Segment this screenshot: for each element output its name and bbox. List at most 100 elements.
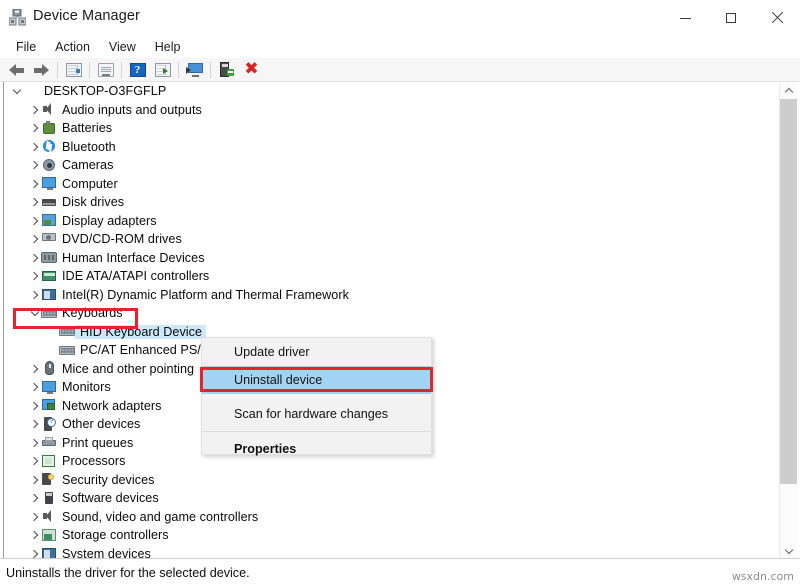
tree-item-label: Print queues — [57, 436, 133, 450]
expand-chevron-right-icon[interactable] — [28, 156, 41, 174]
expand-chevron-right-icon[interactable] — [28, 471, 41, 489]
tree-item-label: Monitors — [57, 380, 111, 394]
scan-hardware-button[interactable] — [150, 59, 175, 80]
expand-chevron-down-icon[interactable] — [28, 304, 41, 322]
expand-chevron-right-icon[interactable] — [28, 452, 41, 470]
expand-chevron-right-icon[interactable] — [46, 323, 59, 341]
keyboard-icon — [59, 324, 75, 339]
expand-chevron-right-icon[interactable] — [28, 397, 41, 415]
tree-item-label: Intel(R) Dynamic Platform and Thermal Fr… — [57, 288, 349, 302]
context-menu-item-label: Properties — [234, 442, 296, 456]
tree-root-item[interactable]: DESKTOP-O3FGFLP — [4, 82, 774, 101]
status-text: Uninstalls the driver for the selected d… — [0, 566, 250, 580]
tree-item[interactable]: Disk drives — [4, 193, 774, 212]
monitor-icon — [41, 176, 57, 191]
expand-chevron-right-icon[interactable] — [28, 415, 41, 433]
tree-item-label: PC/AT Enhanced PS/2 — [75, 343, 208, 357]
back-button[interactable] — [4, 59, 29, 80]
device-tree[interactable]: DESKTOP-O3FGFLPAudio inputs and outputsB… — [4, 82, 774, 559]
expand-chevron-right-icon[interactable] — [28, 526, 41, 544]
expand-chevron-right-icon[interactable] — [28, 545, 41, 559]
tree-item[interactable]: Batteries — [4, 119, 774, 138]
context-menu-item[interactable]: Properties — [202, 435, 431, 463]
tree-item[interactable]: Bluetooth — [4, 138, 774, 157]
maximize-button[interactable] — [708, 0, 754, 36]
expand-chevron-down-icon[interactable] — [10, 82, 23, 100]
expand-chevron-right-icon[interactable] — [28, 175, 41, 193]
minimize-button[interactable] — [662, 0, 708, 36]
keyboard-icon — [41, 306, 57, 321]
menu-bar: File Action View Help — [0, 36, 800, 58]
menu-help[interactable]: Help — [146, 38, 190, 56]
expand-chevron-right-icon[interactable] — [28, 138, 41, 156]
menu-file[interactable]: File — [7, 38, 45, 56]
unknown-device-icon — [41, 417, 57, 432]
update-driver-button[interactable] — [93, 59, 118, 80]
expand-chevron-right-icon[interactable] — [28, 230, 41, 248]
context-menu-item[interactable]: Uninstall device — [202, 366, 431, 394]
tree-item-label: Software devices — [57, 491, 159, 505]
tree-item-label: Sound, video and game controllers — [57, 510, 258, 524]
context-menu-item[interactable]: Scan for hardware changes — [202, 400, 431, 428]
tree-item-label: Network adapters — [57, 399, 162, 413]
dvd-drive-icon — [41, 232, 57, 247]
show-hidden-devices-button[interactable] — [182, 59, 207, 80]
toolbar-separator — [121, 62, 122, 78]
expand-chevron-right-icon[interactable] — [28, 249, 41, 267]
tree-item[interactable]: IDE ATA/ATAPI controllers — [4, 267, 774, 286]
tree-item[interactable]: Sound, video and game controllers — [4, 508, 774, 527]
tree-item[interactable]: System devices — [4, 545, 774, 560]
scroll-down-button[interactable] — [780, 542, 797, 559]
tree-item[interactable]: Display adapters — [4, 212, 774, 231]
properties-button[interactable] — [61, 59, 86, 80]
context-menu[interactable]: Update driverUninstall device Scan for ha… — [201, 337, 432, 455]
toolbar-separator — [57, 62, 58, 78]
expand-chevron-right-icon[interactable] — [28, 508, 41, 526]
ide-controller-icon — [41, 269, 57, 284]
tree-item[interactable]: Human Interface Devices — [4, 249, 774, 268]
expand-chevron-right-icon[interactable] — [28, 434, 41, 452]
menu-action[interactable]: Action — [46, 38, 99, 56]
show-hidden-devices-icon — [186, 63, 203, 77]
expand-chevron-right-icon[interactable] — [28, 360, 41, 378]
tree-item-label: Display adapters — [57, 214, 157, 228]
enable-device-button[interactable] — [214, 59, 239, 80]
expand-chevron-right-icon[interactable] — [46, 341, 59, 359]
scroll-up-button[interactable] — [780, 82, 797, 99]
network-adapter-icon — [41, 398, 57, 413]
tree-item[interactable]: Computer — [4, 175, 774, 194]
tree-item[interactable]: Security devices — [4, 471, 774, 490]
update-driver-icon — [98, 63, 114, 77]
bluetooth-icon — [41, 139, 57, 154]
tree-item[interactable]: Storage controllers — [4, 526, 774, 545]
tree-item[interactable]: Intel(R) Dynamic Platform and Thermal Fr… — [4, 286, 774, 305]
device-manager-icon — [9, 9, 26, 26]
security-device-icon — [41, 472, 57, 487]
status-bar: Uninstalls the driver for the selected d… — [0, 558, 800, 586]
forward-button[interactable] — [29, 59, 54, 80]
uninstall-device-button[interactable]: ✖ — [239, 59, 264, 80]
storage-controller-icon — [41, 528, 57, 543]
close-button[interactable] — [754, 0, 800, 36]
battery-icon — [41, 121, 57, 136]
tree-item[interactable]: Software devices — [4, 489, 774, 508]
expand-chevron-right-icon[interactable] — [28, 193, 41, 211]
expand-chevron-right-icon[interactable] — [28, 119, 41, 137]
expand-chevron-right-icon[interactable] — [28, 267, 41, 285]
context-menu-separator — [203, 431, 430, 432]
scrollbar-thumb[interactable] — [780, 99, 797, 484]
chevron-down-icon — [784, 545, 792, 553]
tree-item[interactable]: Audio inputs and outputs — [4, 101, 774, 120]
menu-view[interactable]: View — [100, 38, 145, 56]
tree-item[interactable]: Cameras — [4, 156, 774, 175]
tree-item[interactable]: DVD/CD-ROM drives — [4, 230, 774, 249]
expand-chevron-right-icon[interactable] — [28, 101, 41, 119]
expand-chevron-right-icon[interactable] — [28, 489, 41, 507]
vertical-scrollbar[interactable] — [779, 82, 797, 559]
expand-chevron-right-icon[interactable] — [28, 212, 41, 230]
expand-chevron-right-icon[interactable] — [28, 286, 41, 304]
help-button[interactable]: ? — [125, 59, 150, 80]
context-menu-item[interactable]: Update driver — [202, 338, 431, 366]
tree-item[interactable]: Keyboards — [4, 304, 774, 323]
expand-chevron-right-icon[interactable] — [28, 378, 41, 396]
